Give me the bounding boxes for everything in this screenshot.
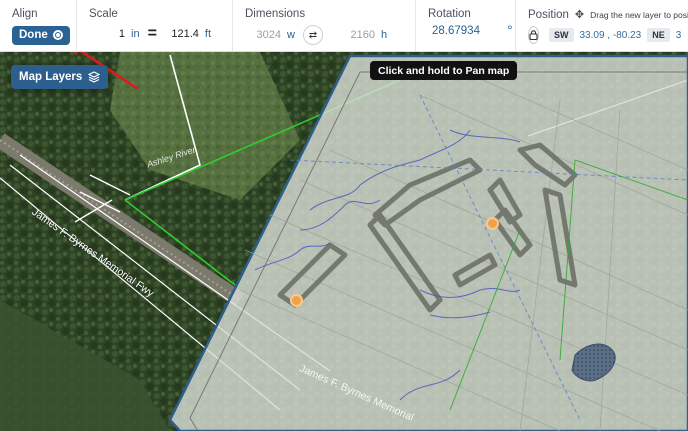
position-title: Position — [528, 8, 569, 21]
swap-icon[interactable]: ⇄ — [302, 25, 323, 45]
scale-feet-unit: ft — [204, 28, 212, 40]
lock-icon[interactable] — [528, 26, 539, 44]
target-icon — [52, 30, 63, 40]
map-pin[interactable] — [290, 294, 303, 307]
scale-title: Scale — [89, 8, 118, 20]
scale-inches-input[interactable]: 1 — [89, 28, 125, 40]
done-label: Done — [19, 29, 48, 41]
sw-coordinates[interactable]: 33.09 , -80.23 — [580, 30, 642, 41]
scale-feet-input[interactable]: 121.4 — [165, 28, 199, 40]
done-button[interactable]: Done — [12, 25, 70, 45]
map-imagery — [0, 52, 688, 431]
map-canvas[interactable] — [0, 52, 688, 431]
position-section: Position ✥ Drag the new layer to posit S… — [516, 0, 688, 51]
height-unit: h — [380, 29, 388, 41]
position-hint: Drag the new layer to posit — [590, 9, 688, 20]
pan-tooltip: Click and hold to Pan map — [370, 61, 518, 80]
rotation-section: Rotation 28.67934 ° — [416, 0, 516, 51]
degree-unit: ° — [507, 22, 513, 38]
map-pin[interactable] — [486, 217, 499, 230]
map-layers-button[interactable]: Map Layers — [11, 65, 109, 89]
width-input[interactable]: 3024 — [245, 29, 281, 41]
sw-label: SW — [549, 28, 574, 42]
layers-icon — [88, 71, 101, 83]
dimensions-section: Dimensions 3024 w ⇄ 2160 h — [233, 0, 416, 51]
rotation-input[interactable]: 28.67934 — [432, 25, 480, 37]
rotation-title: Rotation — [428, 8, 471, 20]
align-title: Align — [12, 8, 38, 20]
width-unit: w — [287, 29, 295, 41]
alignment-toolbar: Align Done Scale 1 in = 121.4 ft Dimensi… — [0, 0, 688, 52]
dimensions-title: Dimensions — [245, 8, 306, 20]
scale-section: Scale 1 in = 121.4 ft — [77, 0, 233, 51]
move-icon: ✥ — [574, 9, 585, 21]
ne-coordinates[interactable]: 3 — [676, 30, 682, 41]
equals-sign: = — [147, 25, 157, 42]
scale-inches-unit: in — [131, 28, 140, 40]
align-section: Align Done — [0, 0, 77, 51]
ne-label: NE — [647, 28, 670, 42]
height-input[interactable]: 2160 — [331, 29, 374, 41]
map-layers-label: Map Layers — [19, 71, 83, 83]
